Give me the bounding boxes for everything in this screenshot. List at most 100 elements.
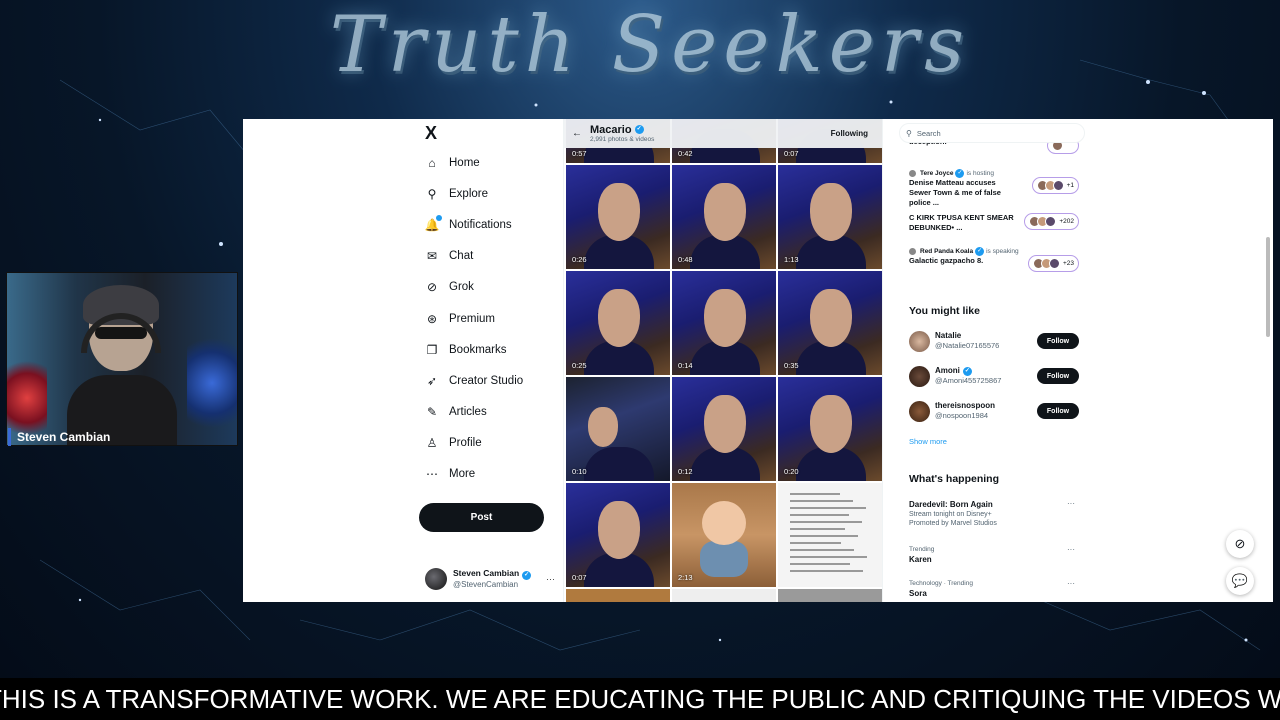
nav-item-creator-studio[interactable]: ➶ Creator Studio bbox=[419, 365, 559, 396]
show-more-link[interactable]: Show more bbox=[909, 437, 947, 446]
nav-item-label: Explore bbox=[449, 187, 488, 200]
webcam-feed bbox=[6, 272, 238, 446]
x-logo-icon[interactable]: X bbox=[425, 123, 559, 147]
rocket-icon: ➶ bbox=[426, 373, 438, 388]
search-icon: ⚲ bbox=[906, 128, 912, 138]
space-listeners: +1 bbox=[1031, 177, 1079, 194]
suggested-name: thereisnospoon bbox=[935, 401, 996, 410]
page-scrollbar[interactable] bbox=[1265, 129, 1271, 599]
video-duration: 0:12 bbox=[678, 467, 693, 476]
media-tile[interactable] bbox=[778, 483, 882, 587]
chat-float-icon[interactable]: 💬 bbox=[1226, 567, 1254, 595]
media-count: 2,991 photos & videos bbox=[590, 135, 655, 143]
you-might-like-heading: You might like bbox=[909, 305, 980, 317]
trend-item[interactable]: Trending Karen ··· bbox=[909, 545, 1079, 565]
avatar bbox=[909, 400, 930, 422]
verified-badge-icon: ✓ bbox=[522, 571, 532, 580]
back-arrow-icon[interactable]: ← bbox=[564, 128, 590, 139]
nav-item-label: Grok bbox=[449, 281, 474, 294]
more-options-icon[interactable]: ··· bbox=[1067, 579, 1075, 588]
nav-item-label: Bookmarks bbox=[449, 343, 507, 356]
suggested-account[interactable]: Amoni ✓ @Amoni455725867 Follow bbox=[909, 362, 1079, 390]
nav-item-articles[interactable]: ✎ Articles bbox=[419, 397, 559, 428]
media-tile[interactable]: 0:35 bbox=[778, 271, 882, 375]
video-duration: 1:13 bbox=[784, 255, 799, 264]
more-options-icon[interactable]: ··· bbox=[1067, 545, 1075, 554]
media-tile[interactable] bbox=[778, 589, 882, 602]
search-icon: ⚲ bbox=[427, 186, 437, 201]
nav-item-profile[interactable]: ♙ Profile bbox=[419, 428, 559, 459]
space-listeners: +202 bbox=[1024, 213, 1079, 230]
media-tile[interactable]: 0:12 bbox=[672, 377, 776, 481]
home-icon: ⌂ bbox=[428, 155, 436, 170]
host-avatar bbox=[909, 170, 916, 177]
webcam-name-label: Steven Cambian bbox=[8, 428, 116, 446]
media-tile[interactable] bbox=[672, 589, 776, 602]
following-button[interactable]: Following bbox=[831, 129, 868, 138]
nav-item-bookmarks[interactable]: ❐ Bookmarks bbox=[419, 334, 559, 365]
primary-nav: X ⌂ Home ⚲ Explore 🔔 Notifications ✉ Chat ⊘ Grok ⊛… bbox=[419, 123, 559, 490]
nav-item-home[interactable]: ⌂ Home bbox=[419, 147, 559, 178]
video-duration: 0:14 bbox=[678, 361, 693, 370]
nav-item-label: More bbox=[449, 468, 476, 481]
video-duration: 0:48 bbox=[678, 255, 693, 264]
media-tile[interactable]: 0:10 bbox=[566, 377, 670, 481]
nav-item-chat[interactable]: ✉ Chat bbox=[419, 241, 559, 272]
bookmark-icon: ❐ bbox=[426, 342, 438, 357]
media-tile[interactable]: 0:26 bbox=[566, 165, 670, 269]
video-duration: 0:10 bbox=[572, 467, 587, 476]
space-listeners: +23 bbox=[1027, 255, 1079, 272]
streamer bbox=[67, 283, 177, 445]
trend-item[interactable]: Technology · Trending Sora ··· bbox=[909, 579, 1079, 599]
media-tile[interactable]: 1:13 bbox=[778, 165, 882, 269]
trend-topic: Karen bbox=[909, 555, 932, 564]
trend-item[interactable]: Daredevil: Born Again Stream tonight on D… bbox=[909, 499, 1079, 528]
live-space-item[interactable]: C KIRK TPUSA KENT SMEAR DEBUNKED• ... +20… bbox=[909, 213, 1079, 233]
nav-item-label: Profile bbox=[449, 437, 482, 450]
suggested-account[interactable]: thereisnospoon @nospoon1984 Follow bbox=[909, 397, 1079, 425]
video-duration: 0:35 bbox=[784, 361, 799, 370]
space-title: Denise Matteau accuses Sewer Town & me o… bbox=[909, 178, 1001, 207]
media-tile[interactable]: 0:07 bbox=[566, 483, 670, 587]
video-duration: 0:07 bbox=[784, 149, 799, 158]
more-options-icon[interactable]: ··· bbox=[1067, 499, 1075, 508]
media-tile[interactable]: 0:25 bbox=[566, 271, 670, 375]
nav-item-label: Creator Studio bbox=[449, 374, 524, 387]
nav-item-label: Articles bbox=[449, 406, 487, 419]
nav-item-premium[interactable]: ⊛ Premium bbox=[419, 303, 559, 334]
nav-item-label: Chat bbox=[449, 250, 474, 263]
search-input[interactable]: ⚲ Search bbox=[899, 123, 1085, 143]
media-tile[interactable]: 0:20 bbox=[778, 377, 882, 481]
follow-button[interactable]: Follow bbox=[1037, 368, 1079, 384]
grok-float-icon[interactable]: ⊘ bbox=[1226, 530, 1254, 558]
media-tile[interactable] bbox=[566, 589, 670, 602]
grok-icon: ⊘ bbox=[426, 280, 438, 295]
suggested-handle: @nospoon1984 bbox=[935, 411, 989, 420]
trend-meta: Technology · Trending bbox=[909, 580, 973, 587]
avatar bbox=[909, 365, 930, 387]
video-duration: 2:13 bbox=[678, 573, 693, 582]
verified-badge-icon: ✓ bbox=[955, 169, 965, 178]
post-button[interactable]: Post bbox=[419, 503, 544, 532]
follow-button[interactable]: Follow bbox=[1037, 403, 1079, 419]
suggested-account[interactable]: Natalie @Natalie07165576 Follow bbox=[909, 327, 1079, 355]
nav-item-explore[interactable]: ⚲ Explore bbox=[419, 178, 559, 209]
media-tile[interactable]: 2:13 bbox=[672, 483, 776, 587]
stream-banner-title: Truth Seekers bbox=[329, 0, 971, 90]
more-options-icon[interactable]: ··· bbox=[546, 574, 555, 584]
follow-button[interactable]: Follow bbox=[1037, 333, 1079, 349]
nav-item-grok[interactable]: ⊘ Grok bbox=[419, 272, 559, 303]
trend-topic: Daredevil: Born Again bbox=[909, 500, 993, 509]
live-space-item[interactable]: Tere Joyce ✓ is hosting Denise Matteau accu… bbox=[909, 169, 1079, 208]
account-switcher[interactable]: Steven Cambian ✓ @StevenCambian ··· bbox=[425, 565, 555, 593]
nav-item-more[interactable]: ⋯ More bbox=[419, 459, 559, 490]
media-tile[interactable]: 0:48 bbox=[672, 165, 776, 269]
verified-badge-icon: ✓ bbox=[975, 247, 985, 256]
media-column: 0:57 0:42 0:07 0:26 0:48 1:13 0:25 0:14 0:35 0:10… bbox=[563, 119, 883, 602]
profile-name: Macario ✓ bbox=[590, 123, 644, 136]
nav-item-notifications[interactable]: 🔔 Notifications bbox=[419, 209, 559, 240]
live-space-item[interactable]: Red Panda Koala ✓ is speaking Galactic gazp… bbox=[909, 247, 1079, 272]
account-handle: @StevenCambian bbox=[453, 580, 519, 589]
media-tile[interactable]: 0:14 bbox=[672, 271, 776, 375]
browser-window: X ⌂ Home ⚲ Explore 🔔 Notifications ✉ Chat ⊘ Grok ⊛… bbox=[243, 119, 1273, 602]
